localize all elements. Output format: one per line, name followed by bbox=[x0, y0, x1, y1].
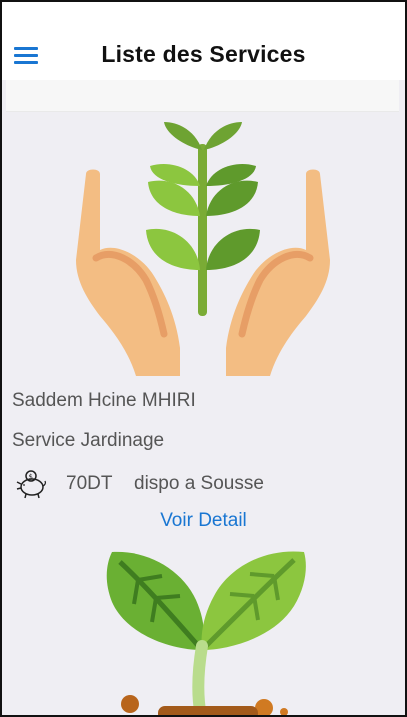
page-title: Liste des Services bbox=[101, 41, 306, 67]
service-name: Service Jardinage bbox=[12, 430, 165, 451]
service-price: 70DT bbox=[66, 473, 113, 494]
view-detail-link[interactable]: Voir Detail bbox=[2, 510, 405, 532]
svg-text:$: $ bbox=[29, 473, 33, 481]
phone-screen: Liste des Services Saddem Hcine MHIRI Se… bbox=[0, 0, 407, 717]
piggy-bank-icon: $ bbox=[16, 470, 47, 499]
filter-bar[interactable] bbox=[6, 80, 399, 112]
service-owner: Saddem Hcine MHIRI bbox=[12, 390, 196, 411]
sprout-icon bbox=[106, 551, 306, 715]
service-info-row: $ 70DT dispo a Sousse bbox=[14, 468, 394, 500]
app-bar: Liste des Services bbox=[2, 2, 405, 80]
hands-holding-plant-icon bbox=[76, 122, 330, 376]
service-availability: dispo a Sousse bbox=[134, 473, 264, 494]
